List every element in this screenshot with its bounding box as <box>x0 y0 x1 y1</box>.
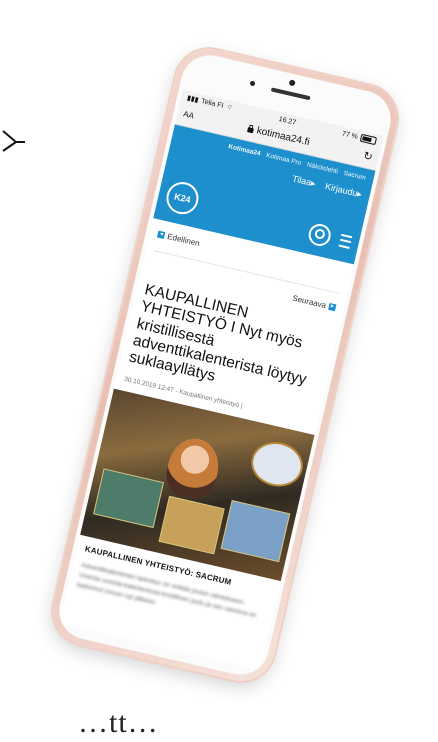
phone-screen: ▮▮▮ Telia FI ⌔ 16.27 77 % AA kotimaa24.f… <box>59 89 384 670</box>
header-icons <box>306 221 353 253</box>
top-nav-kotimaa24[interactable]: Kotimaa24 <box>228 143 262 157</box>
carrier-label: Telia FI <box>200 97 225 110</box>
wifi-icon: ⌔ <box>225 103 234 112</box>
top-nav-sacrum[interactable]: Sacrum <box>343 170 366 182</box>
clock: 16.27 <box>278 115 297 127</box>
search-icon[interactable] <box>306 221 333 249</box>
bottom-cropped-text: …tt… <box>78 706 159 739</box>
advent-calendar <box>93 468 165 529</box>
front-camera-icon <box>288 79 296 87</box>
article-content: ◂ Edellinen Seuraava ▸ KAUPALLINEN YHTEI… <box>68 218 354 635</box>
previous-label: Edellinen <box>166 231 201 249</box>
top-nav-kotimaa-pro[interactable]: Kotimaa Pro <box>265 152 301 167</box>
signal-icon: ▮▮▮ <box>186 94 200 105</box>
decorative-plate <box>246 437 308 492</box>
sensor-dot <box>249 80 256 87</box>
reload-icon[interactable]: ↻ <box>362 149 374 164</box>
arrow-right-icon: ▸ <box>328 302 337 312</box>
login-link[interactable]: Kirjaudu▸ <box>324 181 363 200</box>
corner-bracket-mark <box>2 130 25 152</box>
woman-portrait <box>161 433 224 504</box>
text-size-button[interactable]: AA <box>182 109 194 120</box>
site-logo[interactable]: K24 <box>163 178 202 218</box>
advent-calendar <box>220 500 291 563</box>
subscribe-link[interactable]: Tilaa▸ <box>291 174 316 190</box>
hamburger-menu-icon[interactable] <box>338 233 353 249</box>
lock-icon <box>247 127 255 134</box>
arrow-left-icon: ◂ <box>156 230 166 239</box>
top-nav-naköislehti[interactable]: Näköislehti <box>306 161 339 175</box>
phone-front: ▮▮▮ Telia FI ⌔ 16.27 77 % AA kotimaa24.f… <box>53 49 397 681</box>
earpiece-speaker <box>270 87 311 101</box>
next-label: Seuraava <box>291 293 327 311</box>
advent-calendar <box>158 495 225 555</box>
battery-icon <box>359 133 378 146</box>
phone-device: ▮▮▮ Telia FI ⌔ 16.27 77 % AA kotimaa24.f… <box>46 42 404 688</box>
battery-percent: 77 % <box>341 130 359 141</box>
